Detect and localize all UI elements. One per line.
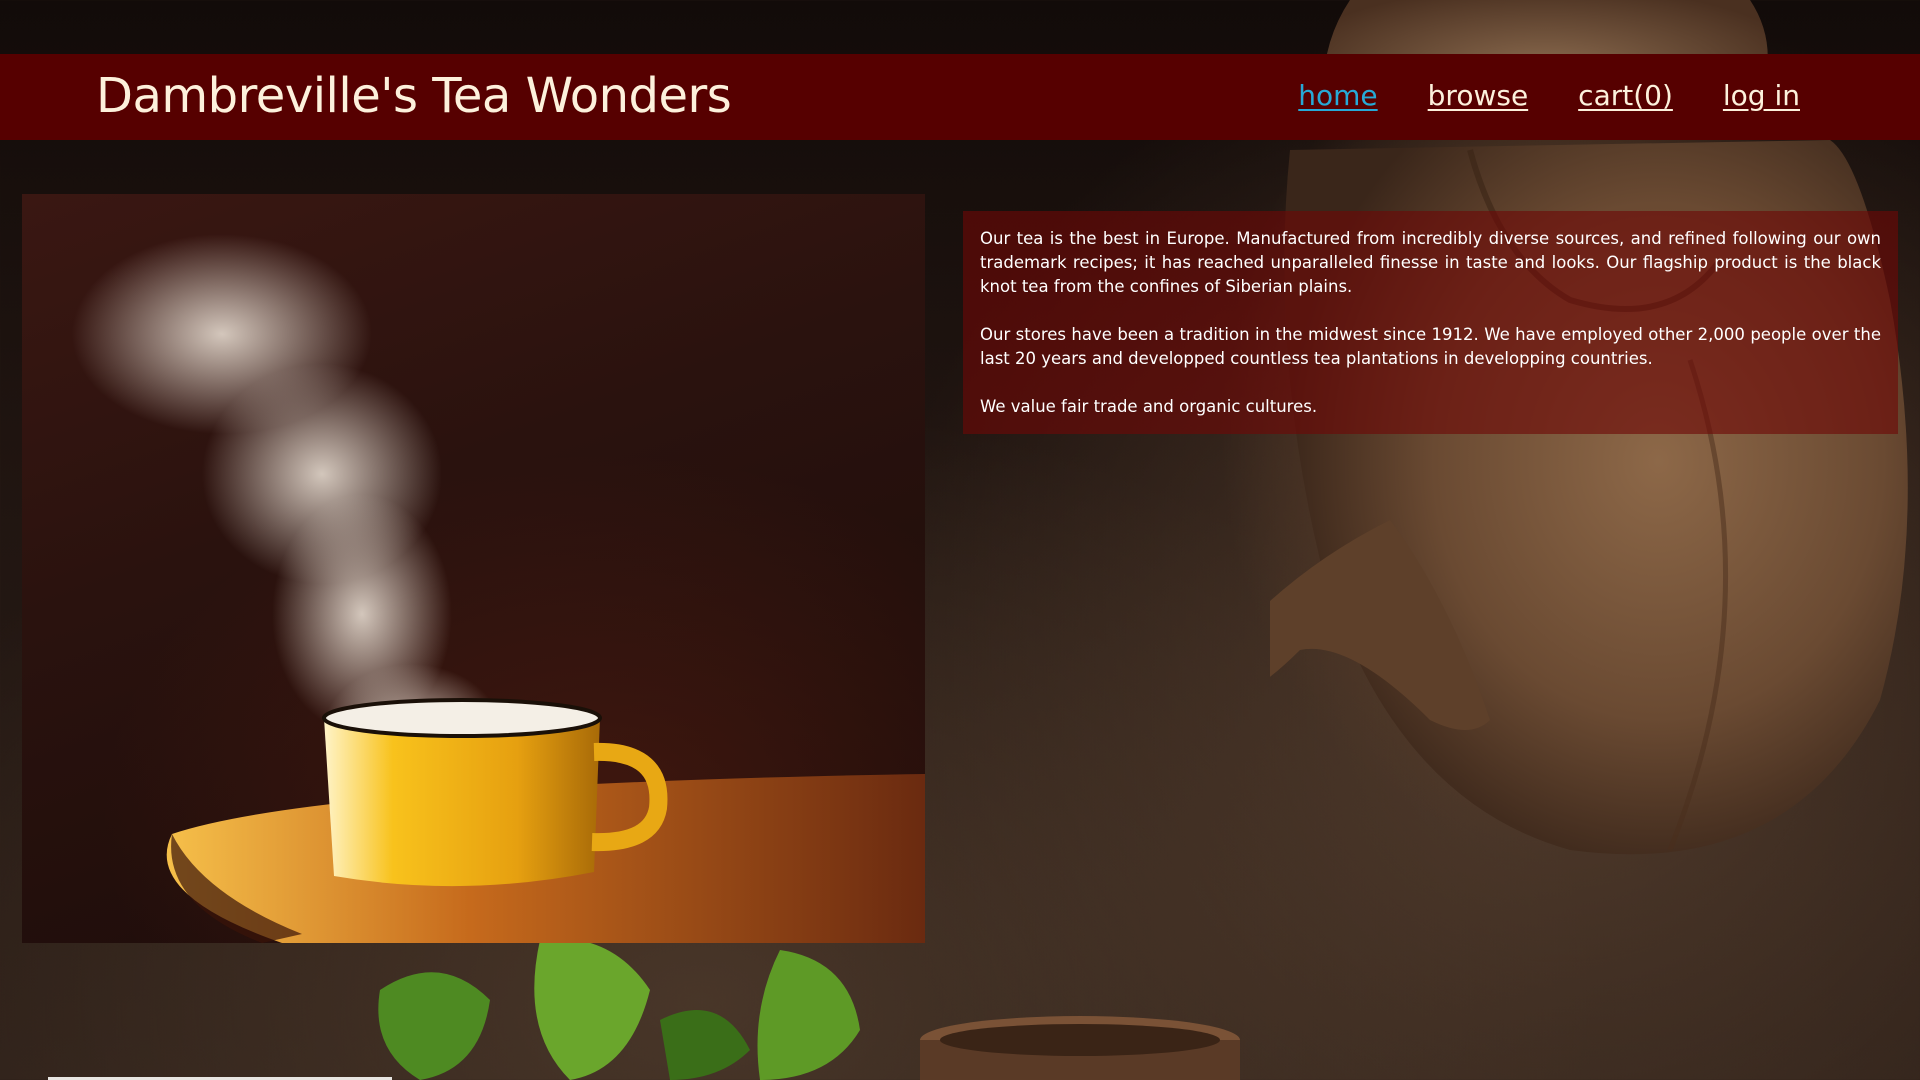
tea-bowl-background-image <box>920 1016 1240 1080</box>
hero-tea-cup-photo <box>22 194 925 943</box>
main-nav: home browse cart(0) log in <box>1298 78 1800 114</box>
steaming-cup-illustration <box>72 234 925 943</box>
teapot-background-image <box>1270 0 1908 855</box>
nav-link-login[interactable]: log in <box>1723 78 1800 114</box>
about-paragraph: Our stores have been a tradition in the … <box>980 325 1881 368</box>
nav-link-browse[interactable]: browse <box>1428 78 1529 114</box>
nav-link-home[interactable]: home <box>1298 78 1377 114</box>
about-paragraph: We value fair trade and organic cultures… <box>980 397 1318 416</box>
nav-link-cart[interactable]: cart(0) <box>1578 78 1673 114</box>
site-title: Dambreville's Tea Wonders <box>96 68 732 124</box>
about-paragraph: Our tea is the best in Europe. Manufactu… <box>980 229 1881 296</box>
tea-leaves-background-image <box>378 938 860 1080</box>
site-header: Dambreville's Tea Wonders home browse ca… <box>0 54 1920 140</box>
about-panel: Our tea is the best in Europe. Manufactu… <box>963 211 1898 434</box>
